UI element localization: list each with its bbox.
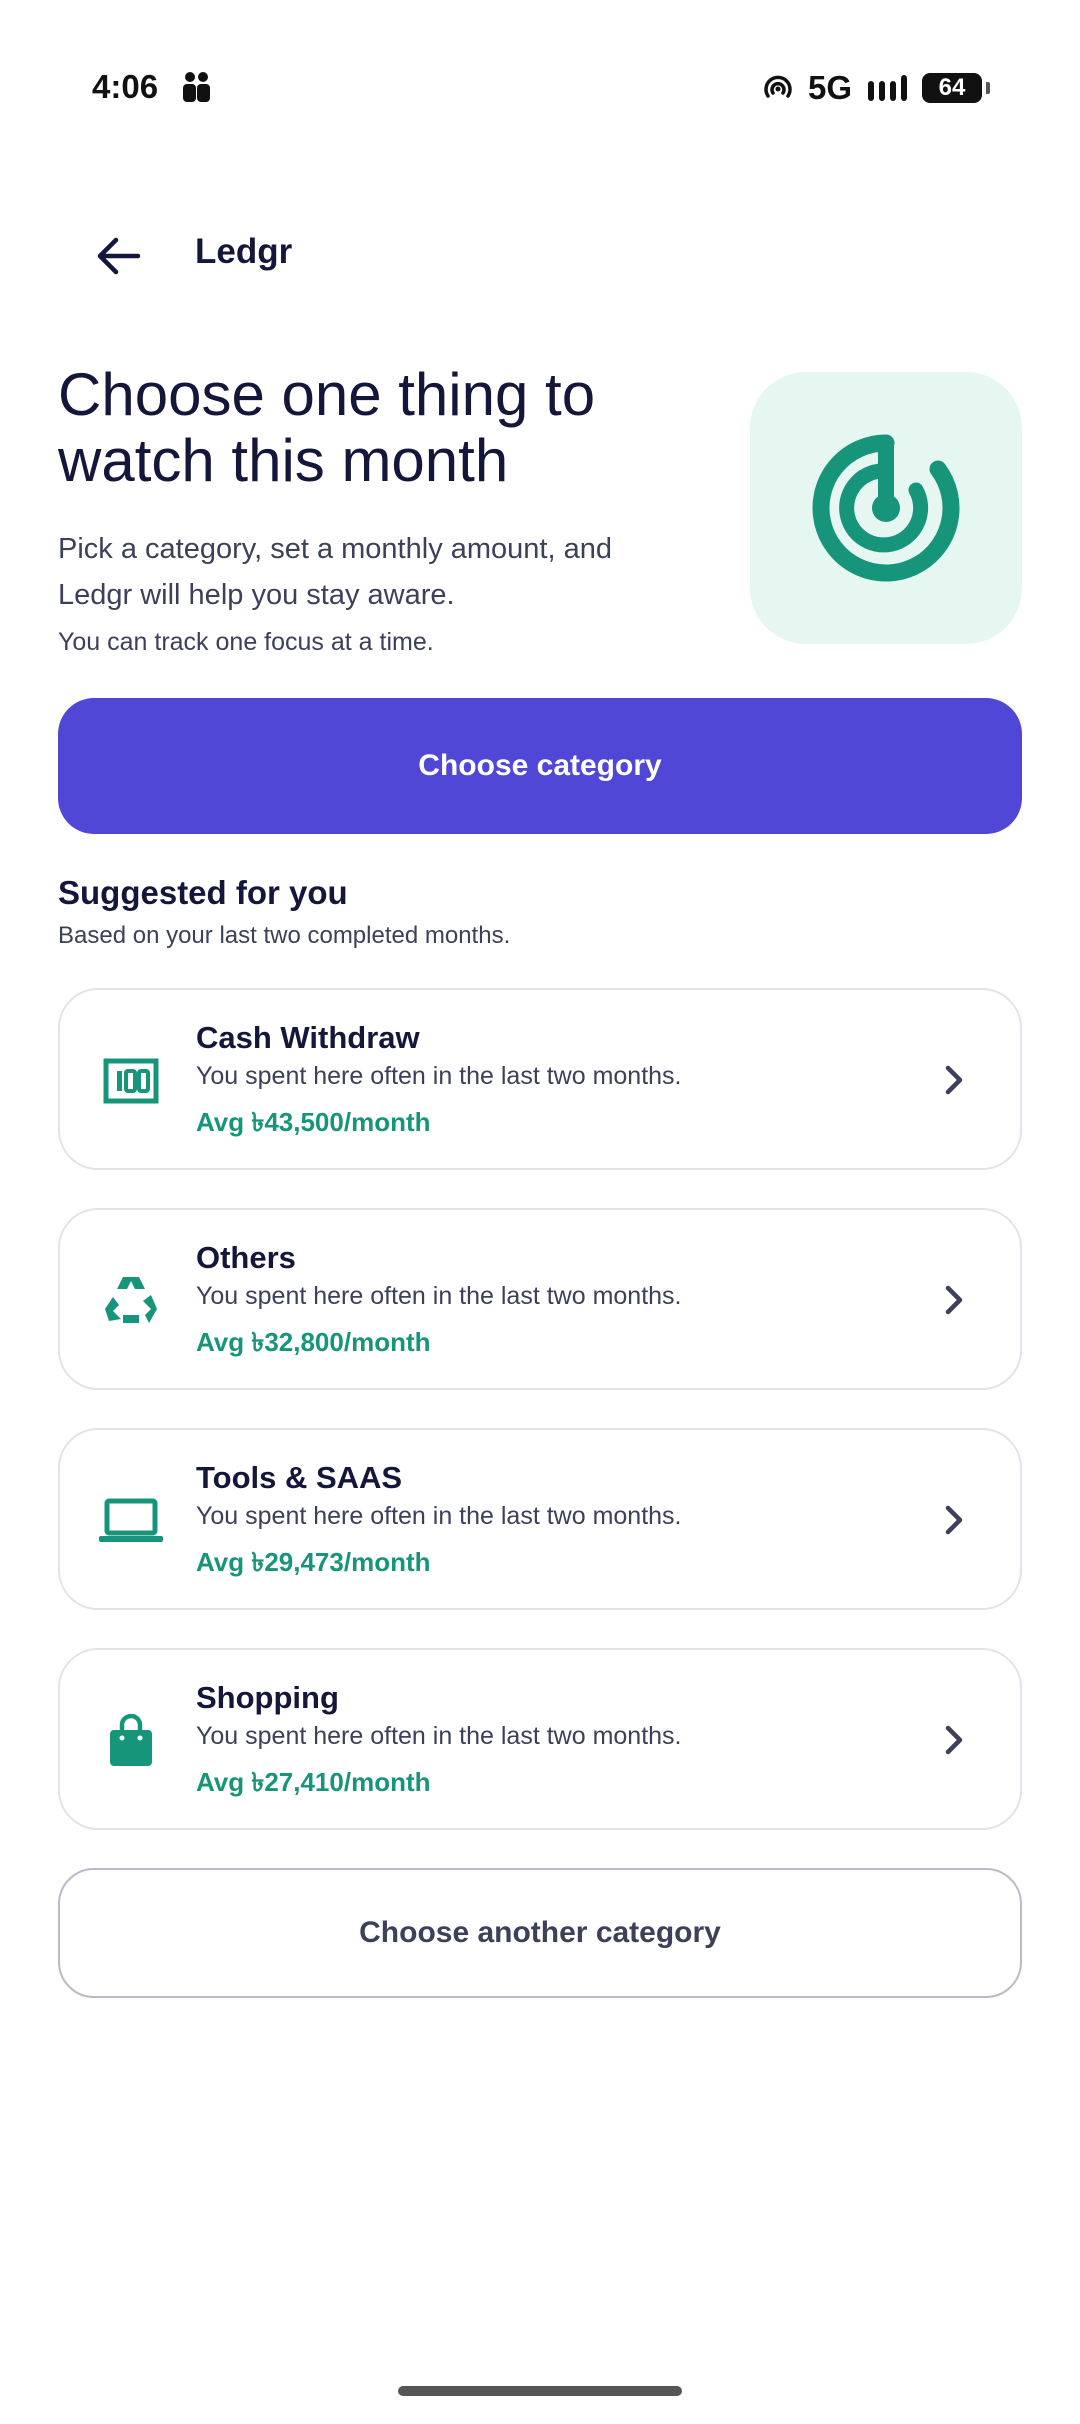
choose-another-category-button[interactable]: Choose another category xyxy=(58,1868,1022,1998)
suggestion-card-others[interactable]: Others You spent here often in the last … xyxy=(58,1208,1022,1390)
app-bar: Ledgr xyxy=(0,210,1080,300)
chevron-right-icon xyxy=(945,1065,963,1095)
cash-icon xyxy=(96,1046,166,1116)
card-description: You spent here often in the last two mon… xyxy=(196,1062,682,1090)
arrow-left-icon xyxy=(97,237,141,275)
signal-icon xyxy=(868,75,907,101)
choose-category-button[interactable]: Choose category xyxy=(58,698,1022,834)
suggestions-title: Suggested for you xyxy=(58,874,348,911)
status-right: 5G 64 xyxy=(762,66,990,110)
focus-target-icon xyxy=(812,434,960,582)
chevron-right-icon xyxy=(945,1285,963,1315)
status-time: 4:06 xyxy=(92,68,159,105)
page-title: Choose one thing to watch this month xyxy=(58,361,596,494)
card-name: Others xyxy=(196,1240,296,1275)
battery-level: 64 xyxy=(938,74,966,101)
card-average: Avg ৳43,500/month xyxy=(196,1107,431,1137)
hotspot-icon xyxy=(764,75,792,98)
card-name: Tools & SAAS xyxy=(196,1460,403,1495)
battery-tip xyxy=(986,82,990,94)
people-icon xyxy=(183,72,210,102)
battery-icon: 64 xyxy=(922,73,982,103)
suggestions-subtitle: Based on your last two completed months. xyxy=(58,922,511,949)
suggestion-card-tools-saas[interactable]: Tools & SAAS You spent here often in the… xyxy=(58,1428,1022,1610)
suggestion-card-cash-withdraw[interactable]: Cash Withdraw You spent here often in th… xyxy=(58,988,1022,1170)
card-average: Avg ৳32,800/month xyxy=(196,1327,431,1357)
network-label: 5G xyxy=(807,69,852,106)
card-average: Avg ৳27,410/month xyxy=(196,1767,431,1797)
home-indicator[interactable] xyxy=(398,2386,682,2396)
suggestion-card-shopping[interactable]: Shopping You spent here often in the las… xyxy=(58,1648,1022,1830)
page-note: You can track one focus at a time. xyxy=(58,628,434,656)
page-subtitle: Pick a category, set a monthly amount, a… xyxy=(58,533,612,611)
chevron-right-icon xyxy=(945,1725,963,1755)
card-description: You spent here often in the last two mon… xyxy=(196,1502,682,1530)
laptop-icon xyxy=(96,1486,166,1556)
card-name: Shopping xyxy=(196,1680,339,1715)
app-title: Ledgr xyxy=(195,232,293,271)
back-button[interactable] xyxy=(84,222,152,290)
status-bar: 4:06 5G 64 xyxy=(0,0,1080,176)
card-description: You spent here often in the last two mon… xyxy=(196,1722,682,1750)
shopping-bag-icon xyxy=(96,1706,166,1776)
recycle-icon xyxy=(96,1266,166,1336)
chevron-right-icon xyxy=(945,1505,963,1535)
screen: 4:06 5G 64 Ledgr Choose one thing to wat… xyxy=(0,0,1080,2424)
card-name: Cash Withdraw xyxy=(196,1020,420,1055)
hero-illustration xyxy=(750,372,1022,644)
card-average: Avg ৳29,473/month xyxy=(196,1547,431,1577)
card-description: You spent here often in the last two mon… xyxy=(196,1282,682,1310)
